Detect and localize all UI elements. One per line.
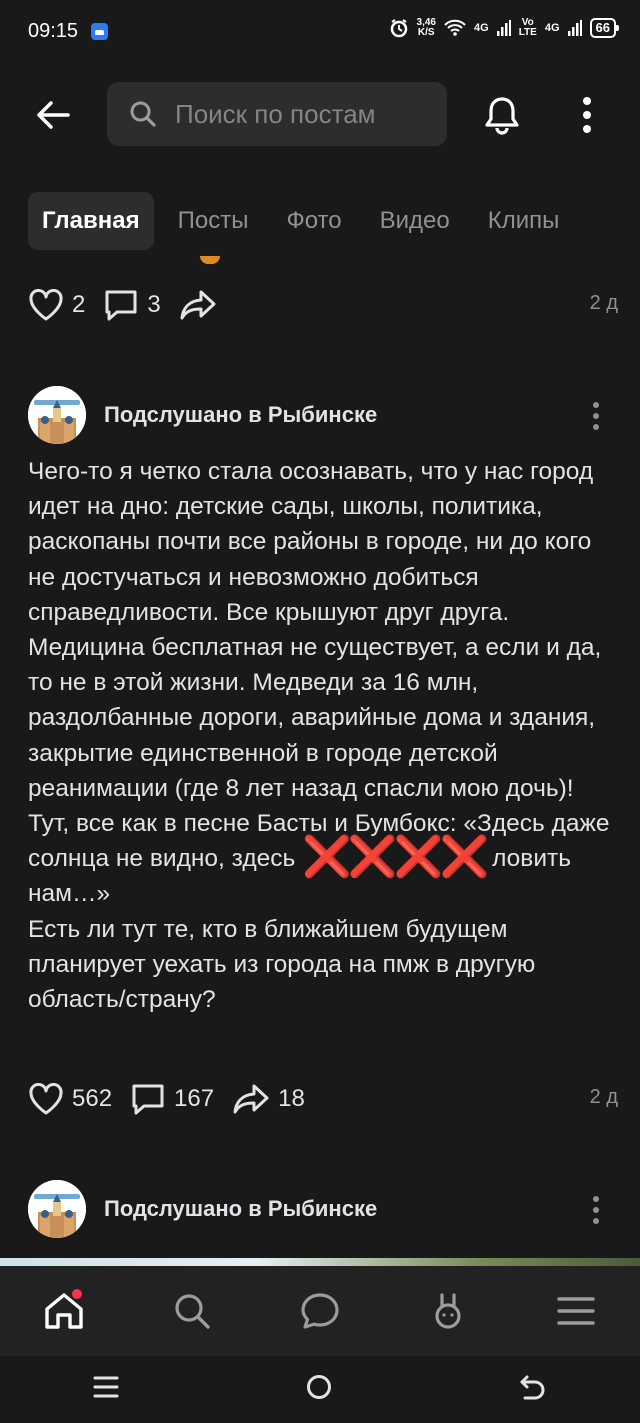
- tab-video[interactable]: Видео: [366, 192, 464, 250]
- church-logo-icon: [28, 1180, 86, 1238]
- comment-button[interactable]: 167: [130, 1082, 214, 1116]
- network-type-2: 4G: [544, 22, 560, 34]
- post-actions: 562 167 18: [28, 1082, 323, 1116]
- home-notification-badge: [72, 1289, 82, 1299]
- prev-post-image-remnant: [200, 256, 220, 264]
- post-paragraph-3: Есть ли тут те, кто в ближайшем будущем …: [28, 915, 543, 1014]
- status-time: 09:15: [28, 20, 79, 42]
- signal-icon-2: [567, 20, 582, 36]
- share-icon: [233, 1084, 269, 1114]
- prev-post-actions: 2 3: [28, 288, 235, 322]
- heart-icon: [29, 1083, 63, 1115]
- system-home-button[interactable]: [305, 1373, 333, 1406]
- tab-main[interactable]: Главная: [28, 192, 154, 250]
- system-back-button[interactable]: [519, 1373, 547, 1406]
- next-post-image[interactable]: [0, 1258, 640, 1266]
- tab-posts[interactable]: Посты: [164, 192, 263, 250]
- tab-bar: Главная Посты Фото Видео Клипы: [28, 192, 583, 250]
- post-time: 2 д: [589, 1086, 618, 1108]
- circle-home-icon: [307, 1375, 331, 1399]
- comment-icon: [132, 1084, 164, 1115]
- nav-search-button[interactable]: [162, 1281, 222, 1341]
- prev-comment-count: 3: [147, 291, 161, 318]
- church-logo-icon: [28, 386, 86, 444]
- nav-clips-button[interactable]: [418, 1281, 478, 1341]
- bell-icon: [485, 97, 519, 135]
- post-paragraph-1: Чего-то я четко стала осознавать, что у …: [28, 458, 609, 802]
- notifications-button[interactable]: [477, 92, 527, 138]
- next-post-author-name[interactable]: Подслушано в Рыбинске: [104, 1196, 377, 1222]
- bottom-tab-bar: [0, 1266, 640, 1356]
- system-recents-button[interactable]: [93, 1374, 119, 1405]
- back-button[interactable]: [30, 92, 76, 138]
- nav-home-button[interactable]: [34, 1281, 94, 1341]
- next-post-options-button[interactable]: [593, 1196, 599, 1224]
- more-vertical-icon: [583, 97, 591, 133]
- alarm-icon: [390, 19, 407, 38]
- nav-messages-button[interactable]: [290, 1281, 350, 1341]
- prev-comment-button[interactable]: 3: [103, 288, 161, 322]
- search-icon: [130, 101, 156, 127]
- share-button[interactable]: 18: [232, 1083, 305, 1115]
- battery-indicator: 66: [589, 18, 620, 38]
- app-notification-icon: [91, 23, 108, 40]
- recents-icon: [93, 1376, 119, 1398]
- network-speed: 3,46 K/S: [416, 17, 436, 38]
- back-arrow-icon: [520, 1375, 545, 1400]
- prev-like-count: 2: [72, 291, 86, 318]
- wifi-icon: [444, 19, 466, 36]
- arrow-left-icon: [37, 101, 70, 129]
- share-count: 18: [278, 1085, 305, 1112]
- comment-icon: [105, 290, 137, 321]
- prev-post-time: 2 д: [589, 292, 618, 314]
- bunny-icon: [435, 1293, 461, 1329]
- tab-photo[interactable]: Фото: [272, 192, 355, 250]
- like-count: 562: [72, 1085, 113, 1112]
- search-input[interactable]: [173, 97, 427, 131]
- post-paragraph-2: Тут, все как в песне Басты и Бумбокс: «З…: [28, 810, 617, 908]
- post-options-button[interactable]: [593, 402, 599, 430]
- comment-count: 167: [174, 1085, 215, 1112]
- more-options-button[interactable]: [567, 92, 607, 138]
- network-type-1: 4G: [474, 22, 489, 34]
- system-navigation-bar: [0, 1356, 640, 1423]
- censor-marks: ❌❌❌❌: [302, 835, 489, 880]
- prev-share-button[interactable]: [179, 289, 217, 321]
- author-avatar[interactable]: [28, 386, 86, 444]
- post-author-name[interactable]: Подслушано в Рыбинске: [104, 402, 377, 428]
- volte-label: Vo LTE: [518, 17, 537, 38]
- next-author-avatar[interactable]: [28, 1180, 86, 1238]
- heart-icon: [29, 289, 63, 321]
- tab-clips[interactable]: Клипы: [474, 192, 574, 250]
- share-icon: [180, 290, 216, 320]
- like-button[interactable]: 562: [28, 1083, 112, 1115]
- search-box[interactable]: [107, 82, 447, 146]
- nav-menu-button[interactable]: [546, 1281, 606, 1341]
- search-icon: [175, 1294, 210, 1329]
- chat-bubble-icon: [301, 1293, 339, 1329]
- status-icons: 3,46 K/S 4G Vo LTE 4G 66: [389, 17, 620, 38]
- hamburger-menu-icon: [557, 1297, 595, 1325]
- signal-icon-1: [496, 20, 511, 36]
- post-text: Чего-то я четко стала осознавать, что у …: [28, 454, 618, 1017]
- prev-like-button[interactable]: 2: [28, 289, 85, 321]
